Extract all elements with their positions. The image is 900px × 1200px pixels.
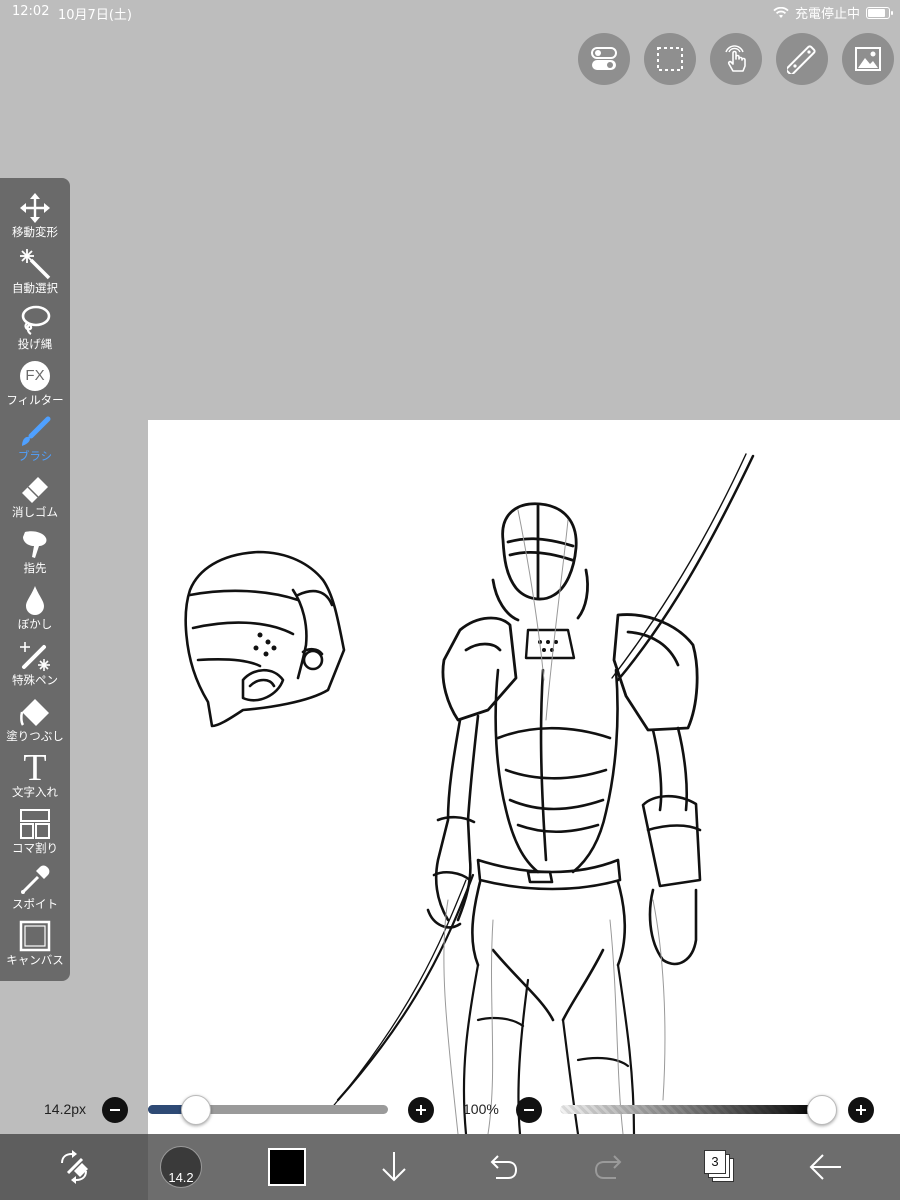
tool-eyedropper[interactable]: スポイト bbox=[0, 862, 70, 918]
gesture-icon bbox=[725, 45, 746, 72]
tool-canvas[interactable]: キャンバス bbox=[0, 918, 70, 974]
brush-settings-button[interactable]: 14.2 bbox=[158, 1134, 204, 1200]
toggle-settings-button[interactable] bbox=[578, 33, 630, 85]
bottom-toolbar: 14.2 3 bbox=[0, 1134, 900, 1200]
tool-label: 指先 bbox=[23, 561, 47, 575]
layer-count: 3 bbox=[711, 1154, 719, 1169]
drawing-canvas[interactable] bbox=[148, 420, 900, 1134]
arrow-left-icon bbox=[809, 1154, 841, 1180]
brush-preview-size: 14.2 bbox=[168, 1170, 194, 1185]
tool-label: 自動選択 bbox=[12, 281, 58, 295]
opacity-slider-knob[interactable] bbox=[807, 1095, 837, 1125]
tool-lasso[interactable]: 投げ縄 bbox=[0, 302, 70, 358]
eraser-icon bbox=[18, 471, 52, 505]
eyedropper-icon bbox=[18, 863, 52, 897]
tool-smudge[interactable]: 指先 bbox=[0, 526, 70, 582]
tool-filter[interactable]: FX フィルター bbox=[0, 358, 70, 414]
battery-icon bbox=[866, 6, 893, 19]
tool-label: 移動変形 bbox=[12, 225, 58, 239]
minus-icon bbox=[110, 1109, 120, 1111]
tool-label: 特殊ペン bbox=[12, 673, 58, 687]
swap-brush-eraser-icon bbox=[61, 1150, 88, 1184]
canvas-icon bbox=[18, 919, 52, 953]
selection-button[interactable] bbox=[644, 33, 696, 85]
plus-icon bbox=[856, 1105, 866, 1115]
blur-drop-icon bbox=[18, 583, 52, 617]
selection-icon bbox=[657, 47, 683, 71]
undo-icon bbox=[490, 1155, 518, 1179]
fx-icon: FX bbox=[18, 359, 52, 393]
redo-icon bbox=[594, 1155, 622, 1179]
opacity-increase-button[interactable] bbox=[848, 1097, 874, 1123]
undo-button[interactable] bbox=[482, 1134, 522, 1200]
text-icon-glyph: T bbox=[23, 747, 47, 789]
tool-label: 投げ縄 bbox=[17, 337, 53, 351]
opacity-label: 100% bbox=[463, 1101, 499, 1117]
color-picker-button[interactable] bbox=[266, 1134, 308, 1200]
wifi-icon bbox=[773, 6, 789, 18]
move-icon bbox=[18, 191, 52, 225]
tool-text[interactable]: T 文字入れ bbox=[0, 747, 70, 806]
back-button[interactable] bbox=[806, 1134, 846, 1200]
image-icon bbox=[855, 47, 881, 71]
tool-palette: 移動変形 自動選択 投げ縄 FX フィルター ブラシ 消しゴム 指先 ぼかし 特… bbox=[0, 178, 70, 981]
swap-brush-button[interactable] bbox=[0, 1134, 148, 1200]
text-icon: T bbox=[18, 747, 52, 789]
download-button[interactable] bbox=[372, 1134, 416, 1200]
reference-image-button[interactable] bbox=[842, 33, 894, 85]
frame-divider-icon bbox=[18, 807, 52, 841]
brush-size-decrease-button[interactable] bbox=[102, 1097, 128, 1123]
status-date: 10月7日(土) bbox=[58, 8, 132, 23]
tool-brush[interactable]: ブラシ bbox=[0, 414, 70, 470]
status-bar: 12:02 10月7日(土) 充電停止中 bbox=[0, 0, 900, 24]
arrow-down-icon bbox=[382, 1152, 406, 1182]
tool-label: 文字入れ bbox=[12, 785, 58, 799]
brush-size-label: 14.2px bbox=[44, 1101, 87, 1117]
brush-icon bbox=[18, 415, 52, 449]
bucket-icon bbox=[18, 695, 52, 729]
brush-size-slider-knob[interactable] bbox=[181, 1095, 211, 1125]
tool-label: スポイト bbox=[12, 897, 58, 911]
tool-move-transform[interactable]: 移動変形 bbox=[0, 190, 70, 246]
status-time: 12:02 bbox=[12, 4, 50, 19]
tool-eraser[interactable]: 消しゴム bbox=[0, 470, 70, 526]
redo-button[interactable] bbox=[590, 1134, 630, 1200]
brush-size-increase-button[interactable] bbox=[408, 1097, 434, 1123]
magic-wand-icon bbox=[18, 247, 52, 281]
tool-label: ぼかし bbox=[17, 617, 53, 631]
lasso-icon bbox=[18, 303, 52, 337]
ruler-icon bbox=[787, 45, 816, 74]
sketch-artwork bbox=[184, 453, 755, 1134]
tool-label: キャンバス bbox=[6, 953, 64, 967]
status-right: 充電停止中 bbox=[773, 3, 893, 22]
opacity-slider[interactable] bbox=[560, 1105, 822, 1114]
smudge-icon bbox=[18, 527, 52, 561]
toggle-icon bbox=[591, 47, 617, 70]
special-pen-icon bbox=[18, 639, 52, 673]
minus-icon bbox=[524, 1109, 534, 1111]
gesture-button[interactable] bbox=[710, 33, 762, 85]
current-color-swatch bbox=[268, 1148, 306, 1186]
fx-icon-text: FX bbox=[20, 361, 50, 391]
tool-blur[interactable]: ぼかし bbox=[0, 582, 70, 638]
tool-special-pen[interactable]: 特殊ペン bbox=[0, 638, 70, 694]
layers-icon: 3 bbox=[704, 1150, 736, 1184]
tool-fill[interactable]: 塗りつぶし bbox=[0, 694, 70, 750]
tool-label: フィルター bbox=[6, 393, 64, 407]
ruler-button[interactable] bbox=[776, 33, 828, 85]
tool-frame-divider[interactable]: コマ割り bbox=[0, 806, 70, 862]
plus-icon bbox=[416, 1105, 426, 1115]
tool-label: 塗りつぶし bbox=[6, 729, 64, 743]
tool-label: 消しゴム bbox=[12, 505, 58, 519]
brush-settings-bar: 14.2px 100% bbox=[0, 1094, 900, 1126]
brush-preview: 14.2 bbox=[160, 1146, 202, 1188]
tool-auto-select[interactable]: 自動選択 bbox=[0, 246, 70, 302]
tool-label: ブラシ bbox=[17, 449, 53, 463]
opacity-slider-gradient bbox=[560, 1105, 822, 1114]
layers-button[interactable]: 3 bbox=[702, 1134, 738, 1200]
tool-label: コマ割り bbox=[12, 841, 58, 855]
charging-status: 充電停止中 bbox=[794, 7, 860, 22]
opacity-decrease-button[interactable] bbox=[516, 1097, 542, 1123]
